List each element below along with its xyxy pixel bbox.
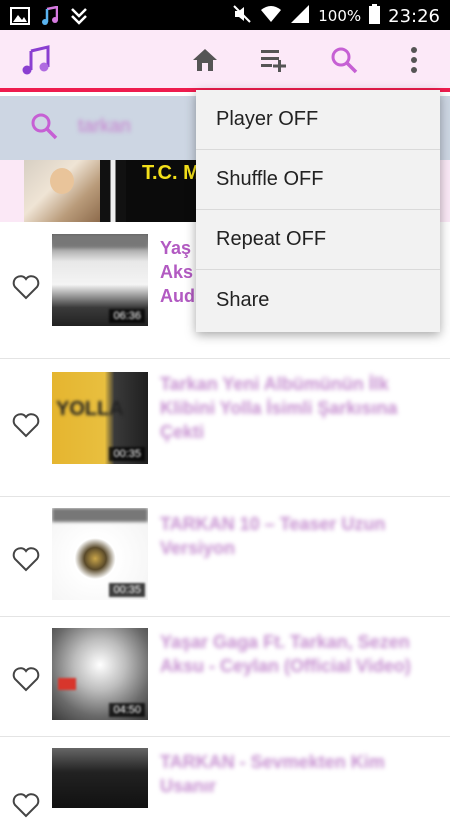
thumbnail-header-strip <box>52 234 148 248</box>
menu-item-shuffle[interactable]: Shuffle OFF <box>196 150 440 210</box>
status-bar: 100% 23:26 <box>0 0 450 30</box>
video-duration: 00:35 <box>109 447 145 461</box>
list-item[interactable]: TARKAN - Sevmekten Kim Usanır <box>0 736 450 818</box>
overflow-menu-icon[interactable] <box>398 44 430 76</box>
favorite-heart-icon[interactable] <box>12 792 40 818</box>
signal-icon <box>290 4 310 28</box>
menu-item-share[interactable]: Share <box>196 270 440 330</box>
banner-image <box>24 160 100 222</box>
video-duration: 06:36 <box>109 309 145 323</box>
home-icon[interactable] <box>189 44 221 76</box>
video-thumbnail[interactable]: 06:36 <box>52 234 148 326</box>
video-title[interactable]: TARKAN - Sevmekten Kim Usanır <box>160 750 438 798</box>
add-to-playlist-icon[interactable] <box>258 44 290 76</box>
battery-icon <box>369 4 381 28</box>
app-toolbar <box>0 30 450 92</box>
favorite-heart-icon[interactable] <box>12 546 40 572</box>
list-item[interactable]: 04:50 Yaşar Gaga Ft. Tarkan, Sezen Aksu … <box>0 616 450 737</box>
battery-percent: 100% <box>318 7 362 25</box>
video-thumbnail[interactable] <box>52 748 148 808</box>
gallery-notification-icon <box>10 7 30 30</box>
mute-icon <box>232 4 252 28</box>
video-thumbnail[interactable]: YOLLA 00:35 <box>52 372 148 464</box>
video-duration: 00:35 <box>109 583 145 597</box>
banner-piano-image <box>100 160 126 222</box>
thumbnail-text: YOLLA <box>56 398 124 420</box>
video-duration: 04:50 <box>109 703 145 717</box>
video-thumbnail[interactable]: 04:50 <box>52 628 148 720</box>
list-item[interactable]: 00:35 TARKAN 10 – Teaser Uzun Versiyon <box>0 496 450 617</box>
search-icon[interactable] <box>328 44 360 76</box>
video-title[interactable]: TARKAN 10 – Teaser Uzun Versiyon <box>160 512 438 560</box>
video-title[interactable]: Tarkan Yeni Albümünün İlk Klibini Yolla … <box>160 372 438 444</box>
favorite-heart-icon[interactable] <box>12 274 40 300</box>
menu-item-player[interactable]: Player OFF <box>196 90 440 150</box>
app-logo-music-icon[interactable] <box>20 44 52 76</box>
clock: 23:26 <box>388 5 440 27</box>
overflow-menu: Player OFF Shuffle OFF Repeat OFF Share <box>196 90 440 332</box>
favorite-heart-icon[interactable] <box>12 412 40 438</box>
search-field-icon <box>30 112 58 145</box>
thumbnail-badge <box>58 678 76 690</box>
video-title[interactable]: Yaşar Gaga Ft. Tarkan, Sezen Aksu - Ceyl… <box>160 630 438 678</box>
menu-item-repeat[interactable]: Repeat OFF <box>196 210 440 270</box>
download-notification-icon <box>70 7 88 30</box>
thumbnail-header-strip <box>52 508 148 522</box>
wifi-icon <box>260 4 282 28</box>
search-query[interactable]: tarkan <box>78 116 131 138</box>
favorite-heart-icon[interactable] <box>12 666 40 692</box>
banner-text: T.C. M <box>142 162 200 184</box>
music-notification-icon <box>42 5 59 31</box>
video-thumbnail[interactable]: 00:35 <box>52 508 148 600</box>
list-item[interactable]: YOLLA 00:35 Tarkan Yeni Albümünün İlk Kl… <box>0 358 450 497</box>
